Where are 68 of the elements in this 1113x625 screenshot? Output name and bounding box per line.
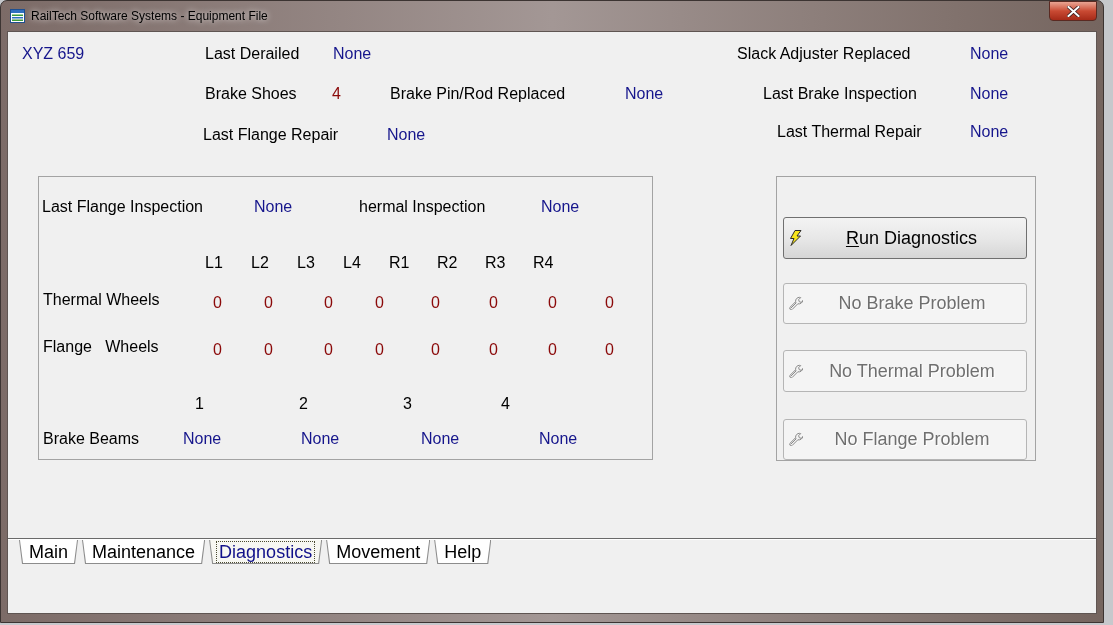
- field-label: Last Flange Repair: [203, 126, 339, 143]
- wheel-value: 0: [548, 341, 557, 358]
- close-button[interactable]: [1049, 1, 1097, 21]
- tab[interactable]: Movement: [326, 540, 431, 564]
- field-value: None: [254, 198, 293, 215]
- wheel-value: 0: [489, 341, 498, 358]
- field-label: Brake Shoes: [205, 85, 297, 102]
- tab[interactable]: Main: [19, 540, 78, 564]
- wheel-value: 0: [375, 294, 384, 311]
- field-value: None: [970, 85, 1009, 102]
- wheel-value: 0: [264, 341, 273, 358]
- wrench-icon: [789, 363, 803, 378]
- wheel-value: 0: [213, 341, 222, 358]
- field-label: Last Derailed: [205, 45, 300, 62]
- field-label: Last Thermal Repair: [777, 123, 922, 140]
- column-header: L1: [205, 254, 223, 271]
- tab[interactable]: Diagnostics: [209, 540, 323, 564]
- column-header: R3: [485, 254, 506, 271]
- field-value: None: [541, 198, 580, 215]
- field-label: Last Flange Inspection: [42, 198, 203, 215]
- row-label: Brake Beams: [43, 430, 140, 447]
- row-label: Thermal Wheels: [43, 291, 160, 308]
- equipment-id: XYZ 659: [22, 45, 85, 62]
- run-diagnostics-button[interactable]: Run Diagnostics: [783, 217, 1027, 259]
- field-label: Brake Pin/Rod Replaced: [390, 85, 566, 102]
- wheel-value: 0: [213, 294, 222, 311]
- column-header: 2: [299, 395, 308, 412]
- column-header: R1: [389, 254, 410, 271]
- wheel-value: 0: [324, 294, 333, 311]
- field-value: None: [333, 45, 372, 62]
- field-value: None: [301, 430, 340, 447]
- column-header: 4: [501, 395, 510, 412]
- app-icon: [10, 9, 25, 23]
- window-title: RailTech Software Systems - Equipment File: [31, 9, 268, 24]
- field-value: 4: [332, 85, 341, 102]
- tab[interactable]: Help: [434, 540, 492, 564]
- field-value: None: [183, 430, 222, 447]
- field-label: hermal Inspection: [359, 198, 486, 215]
- close-icon: [1066, 5, 1080, 17]
- field-value: None: [970, 45, 1009, 62]
- wrench-icon: [789, 296, 803, 311]
- wheel-value: 0: [605, 341, 614, 358]
- field-value: None: [625, 85, 664, 102]
- column-header: L4: [343, 254, 361, 271]
- wheel-value: 0: [489, 294, 498, 311]
- column-header: R2: [437, 254, 458, 271]
- wheel-value: 0: [431, 294, 440, 311]
- field-label: Slack Adjuster Replaced: [737, 45, 911, 62]
- column-header: 3: [403, 395, 412, 412]
- wheel-value: 0: [375, 341, 384, 358]
- wrench-icon: [789, 432, 803, 447]
- column-header: 1: [195, 395, 204, 412]
- wheel-value: 0: [431, 341, 440, 358]
- column-header: R4: [533, 254, 554, 271]
- field-value: None: [539, 430, 578, 447]
- row-label: Flange Wheels: [43, 338, 159, 355]
- field-label: Last Brake Inspection: [763, 85, 917, 102]
- column-header: L3: [297, 254, 315, 271]
- field-value: None: [387, 126, 426, 143]
- wheel-value: 0: [548, 294, 557, 311]
- field-value: None: [970, 123, 1009, 140]
- tab[interactable]: Maintenance: [82, 540, 206, 564]
- wheel-value: 0: [264, 294, 273, 311]
- wheel-value: 0: [605, 294, 614, 311]
- column-header: L2: [251, 254, 269, 271]
- wheel-value: 0: [324, 341, 333, 358]
- lightning-icon: [789, 229, 802, 246]
- field-value: None: [421, 430, 460, 447]
